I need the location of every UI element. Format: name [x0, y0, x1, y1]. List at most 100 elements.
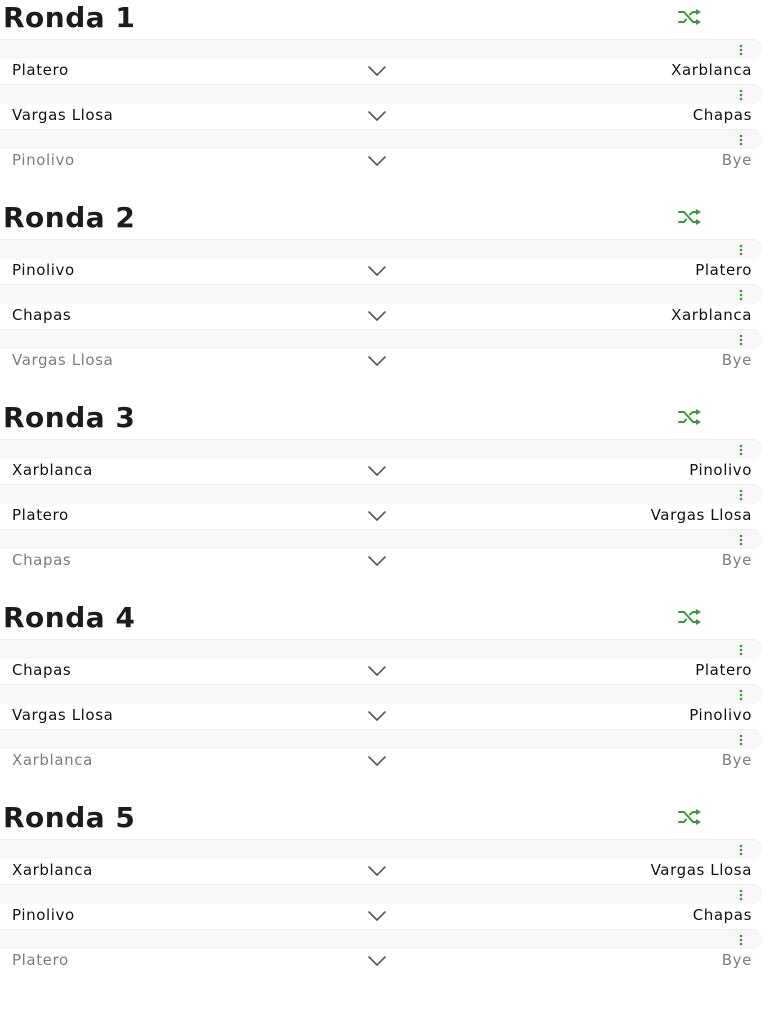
rounds-list: Ronda 1 Platero Xarblanca Vargas Llosa C…: [0, 0, 768, 1000]
match-menu-button[interactable]: [734, 889, 748, 901]
away-team: Vargas Llosa: [650, 506, 752, 524]
match-expand-button[interactable]: [367, 953, 387, 967]
match-expand-button[interactable]: [367, 863, 387, 877]
chevron-down-icon: [368, 356, 386, 366]
match-expand-button[interactable]: [367, 153, 387, 167]
away-team: Platero: [695, 261, 752, 279]
chevron-down-icon: [368, 911, 386, 921]
more-vertical-icon: [739, 689, 743, 701]
shuffle-icon: [678, 809, 701, 825]
chevron-down-icon: [368, 111, 386, 121]
away-team: Platero: [695, 661, 752, 679]
match-expand-button[interactable]: [367, 663, 387, 677]
match-expand-button[interactable]: [367, 263, 387, 277]
more-vertical-icon: [739, 289, 743, 301]
match-list: Xarblanca Pinolivo Platero Vargas Llosa: [0, 439, 768, 574]
home-team: Platero: [12, 951, 69, 969]
away-team: Xarblanca: [671, 61, 752, 79]
shuffle-button[interactable]: [675, 606, 705, 628]
match-menu-button[interactable]: [734, 734, 748, 746]
match-row: Platero Xarblanca: [0, 39, 768, 84]
more-vertical-icon: [739, 244, 743, 256]
match-menu-button[interactable]: [734, 244, 748, 256]
chevron-down-icon: [368, 266, 386, 276]
round-title: Ronda 1: [3, 1, 136, 34]
more-vertical-icon: [739, 844, 743, 856]
chevron-down-icon: [368, 311, 386, 321]
home-team: Xarblanca: [12, 751, 93, 769]
match-row: Xarblanca Vargas Llosa: [0, 839, 768, 884]
match-expand-button[interactable]: [367, 108, 387, 122]
home-team: Xarblanca: [12, 861, 93, 879]
more-vertical-icon: [739, 889, 743, 901]
more-vertical-icon: [739, 89, 743, 101]
match-row-band: [0, 439, 762, 459]
home-team: Vargas Llosa: [12, 351, 114, 369]
match-expand-button[interactable]: [367, 908, 387, 922]
match-list: Xarblanca Vargas Llosa Pinolivo Chapas P…: [0, 839, 768, 974]
shuffle-button[interactable]: [675, 6, 705, 28]
match-row: Pinolivo Platero: [0, 239, 768, 284]
match-menu-button[interactable]: [734, 134, 748, 146]
round-section: Ronda 1 Platero Xarblanca Vargas Llosa C…: [0, 0, 768, 200]
chevron-down-icon: [368, 711, 386, 721]
more-vertical-icon: [739, 44, 743, 56]
round-title: Ronda 4: [3, 601, 136, 634]
shuffle-button[interactable]: [675, 806, 705, 828]
round-header: Ronda 1: [0, 0, 768, 38]
match-menu-button[interactable]: [734, 644, 748, 656]
match-menu-button[interactable]: [734, 289, 748, 301]
more-vertical-icon: [739, 534, 743, 546]
shuffle-button[interactable]: [675, 406, 705, 428]
shuffle-button[interactable]: [675, 206, 705, 228]
chevron-down-icon: [368, 556, 386, 566]
match-menu-button[interactable]: [734, 44, 748, 56]
home-team: Xarblanca: [12, 461, 93, 479]
match-list: Pinolivo Platero Chapas Xarblanca Vargas…: [0, 239, 768, 374]
match-row-bye: Platero Bye: [0, 929, 768, 974]
chevron-down-icon: [368, 956, 386, 966]
match-expand-button[interactable]: [367, 553, 387, 567]
match-menu-button[interactable]: [734, 844, 748, 856]
match-menu-button[interactable]: [734, 689, 748, 701]
match-expand-button[interactable]: [367, 63, 387, 77]
match-row-band: [0, 84, 762, 104]
home-team: Platero: [12, 506, 69, 524]
away-team: Pinolivo: [689, 461, 752, 479]
shuffle-icon: [678, 209, 701, 225]
away-team: Bye: [721, 351, 752, 369]
match-menu-button[interactable]: [734, 334, 748, 346]
round-title: Ronda 2: [3, 201, 136, 234]
match-menu-button[interactable]: [734, 934, 748, 946]
match-menu-button[interactable]: [734, 489, 748, 501]
more-vertical-icon: [739, 734, 743, 746]
home-team: Pinolivo: [12, 261, 75, 279]
round-section: Ronda 4 Chapas Platero Vargas Llosa Pino…: [0, 600, 768, 800]
match-row: Platero Vargas Llosa: [0, 484, 768, 529]
match-expand-button[interactable]: [367, 353, 387, 367]
home-team: Vargas Llosa: [12, 106, 114, 124]
match-row: Vargas Llosa Pinolivo: [0, 684, 768, 729]
shuffle-icon: [678, 409, 701, 425]
match-expand-button[interactable]: [367, 508, 387, 522]
match-row-band: [0, 484, 762, 504]
away-team: Chapas: [692, 106, 752, 124]
match-row-band: [0, 929, 762, 949]
more-vertical-icon: [739, 489, 743, 501]
shuffle-icon: [678, 609, 701, 625]
more-vertical-icon: [739, 334, 743, 346]
match-row: Chapas Xarblanca: [0, 284, 768, 329]
match-expand-button[interactable]: [367, 753, 387, 767]
away-team: Chapas: [692, 906, 752, 924]
round-section: Ronda 2 Pinolivo Platero Chapas Xarblanc…: [0, 200, 768, 400]
match-expand-button[interactable]: [367, 308, 387, 322]
match-menu-button[interactable]: [734, 444, 748, 456]
round-header: Ronda 2: [0, 200, 768, 238]
chevron-down-icon: [368, 66, 386, 76]
match-list: Platero Xarblanca Vargas Llosa Chapas Pi…: [0, 39, 768, 174]
match-expand-button[interactable]: [367, 708, 387, 722]
round-title: Ronda 5: [3, 801, 136, 834]
match-menu-button[interactable]: [734, 89, 748, 101]
match-expand-button[interactable]: [367, 463, 387, 477]
match-menu-button[interactable]: [734, 534, 748, 546]
